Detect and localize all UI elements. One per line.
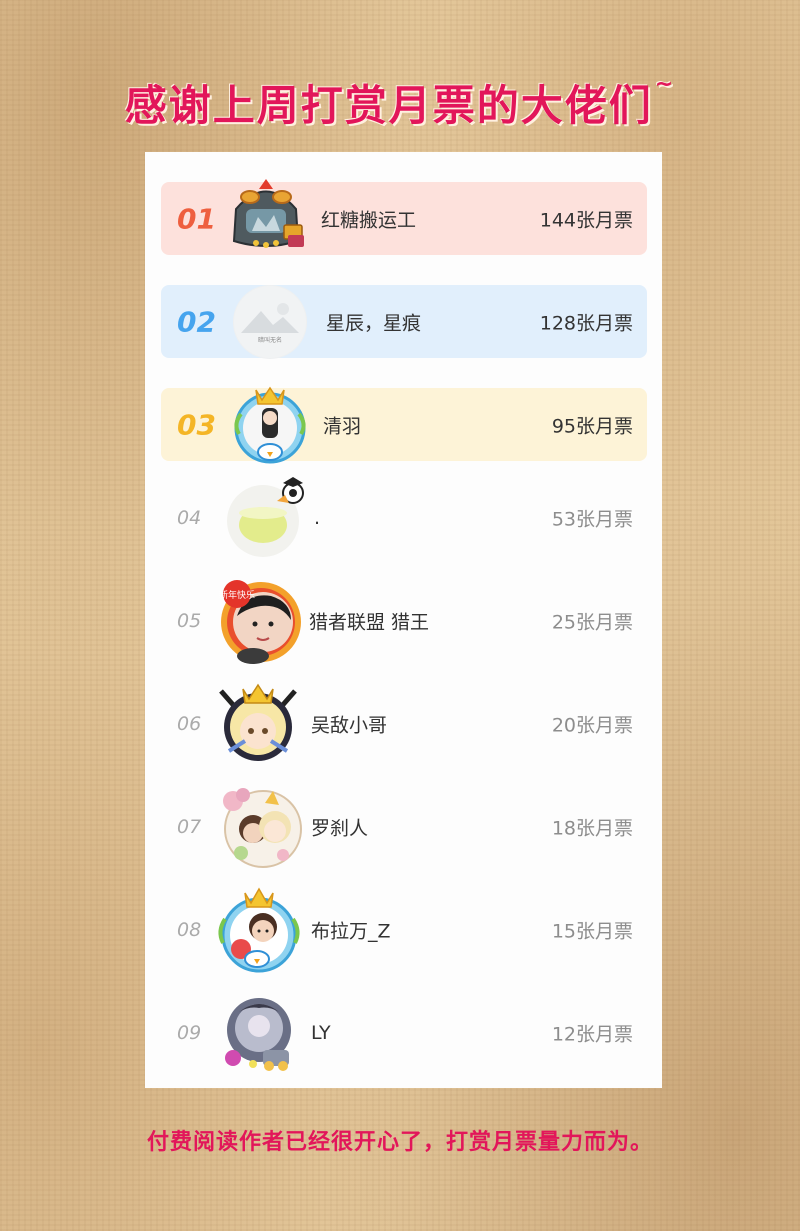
ranking-row-1[interactable]: 01 红糖搬运工 144张月票 [161,178,647,255]
username[interactable]: 猎者联盟 猎王 [309,607,429,634]
rank-number: 05 [177,609,202,632]
rank-number: 07 [177,815,202,838]
vote-count: 144张月票 [539,209,633,231]
vote-count: 18张月票 [551,817,633,839]
username[interactable]: 布拉万_Z [311,916,391,943]
vote-count: 20张月票 [551,714,633,736]
avatar-caption: 暗叫无名 [258,336,282,344]
rank-number: 06 [177,712,202,735]
vote-count: 53张月票 [551,508,633,530]
new-year-avatar-icon[interactable]: 新年快乐 [215,576,305,666]
username[interactable]: 吴敌小哥 [311,710,387,737]
vote-count: 15张月票 [551,920,633,942]
vote-count: 25张月票 [551,611,633,633]
vote-count: 95张月票 [551,415,633,437]
helmet-avatar-icon[interactable] [226,178,306,259]
rank-number: 02 [177,305,216,338]
mecha-avatar-icon[interactable] [219,992,301,1074]
title-text: 感谢上周打赏月票的大佬们 [124,81,653,130]
username[interactable]: . [314,507,320,529]
vote-count: 12张月票 [551,1023,633,1045]
username[interactable]: 红糖搬运工 [321,205,416,232]
landscape-avatar-icon[interactable]: 暗叫无名 [233,284,307,359]
ranking-row-7[interactable]: 07 罗刹人 18张月票 [161,787,647,868]
username[interactable]: LY [311,1022,331,1044]
ranking-row-4[interactable]: 04 . 53张月票 [161,476,647,557]
rank-number: 09 [177,1021,202,1044]
vote-count: 128张月票 [539,312,633,334]
ranking-row-3[interactable]: 03 清羽 95张月票 [161,386,647,463]
ranking-panel: 01 红糖搬运工 144张月票 02 暗叫无名 星辰，星痕 128张月票 03 … [145,152,662,1088]
ranking-row-2[interactable]: 02 暗叫无名 星辰，星痕 128张月票 [161,284,647,359]
flower-couple-avatar-icon[interactable] [217,783,305,871]
anime-girl-avatar-icon[interactable] [215,681,301,767]
ranking-row-9[interactable]: 09 LY 12张月票 [161,996,647,1071]
crown-boy-avatar-icon[interactable] [211,883,305,977]
juice-avatar-icon[interactable] [223,475,309,561]
title-tilde: ~ [654,72,676,97]
ranking-row-8[interactable]: 08 布拉万_Z 15张月票 [161,886,647,972]
crown-avatar-icon[interactable] [229,384,311,466]
username[interactable]: 星辰，星痕 [326,308,421,335]
rank-number: 03 [177,408,216,441]
rank-number: 04 [177,506,202,529]
ranking-row-5[interactable]: 05 新年快乐 猎者联盟 猎王 25张月票 [161,579,647,664]
rank-number: 01 [177,202,216,235]
footer-note: 付费阅读作者已经很开心了，打赏月票量力而为。 [146,1130,653,1155]
page-title: 感谢上周打赏月票的大佬们~ [0,72,800,133]
new-year-text: 新年快乐 [219,589,255,601]
username[interactable]: 清羽 [323,411,361,438]
username[interactable]: 罗刹人 [311,813,368,840]
ranking-row-6[interactable]: 06 吴敌小哥 20张月票 [161,683,647,761]
rank-number: 08 [177,918,202,941]
